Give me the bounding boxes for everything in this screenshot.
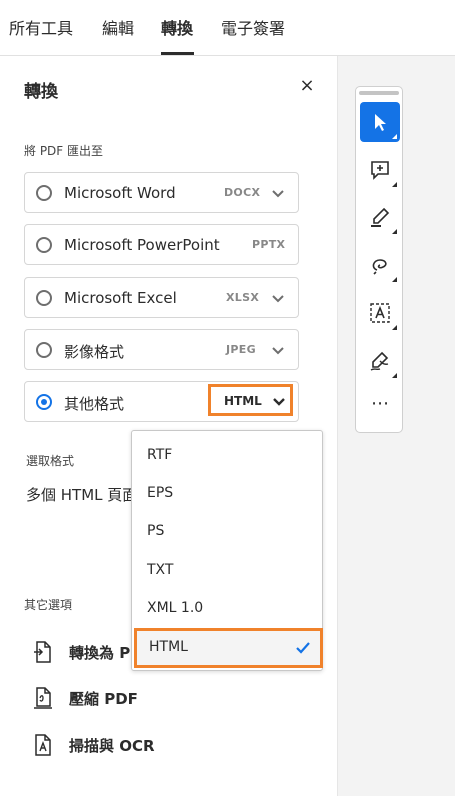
checkmark-icon: [296, 642, 310, 654]
convert-panel: [0, 56, 337, 796]
freehand-draw-button[interactable]: [360, 245, 400, 285]
action-label: 壓縮 PDF: [69, 690, 138, 708]
freehand-draw-icon: [372, 259, 387, 275]
option-label: 其他格式: [64, 395, 125, 413]
tab-edit[interactable]: 編輯: [102, 15, 134, 39]
menu-item-eps[interactable]: EPS: [132, 475, 322, 513]
option-label: Microsoft PowerPoint: [64, 236, 220, 254]
highlight-tool-button[interactable]: [360, 197, 400, 237]
option-microsoft-powerpoint[interactable]: Microsoft PowerPoint PPTX: [24, 224, 299, 265]
option-microsoft-excel[interactable]: Microsoft Excel XLSX: [24, 277, 299, 318]
compress-pdf-icon: [34, 687, 52, 709]
tab-all-tools[interactable]: 所有工具: [9, 15, 73, 39]
menu-item-html[interactable]: HTML: [134, 628, 323, 668]
menu-item-label: EPS: [147, 485, 174, 501]
more-tools-icon[interactable]: ⋯: [360, 393, 400, 423]
text-box-button[interactable]: [360, 293, 400, 333]
text-box-icon: [370, 303, 390, 323]
sign-tool-button[interactable]: [360, 341, 400, 381]
add-comment-icon: [371, 161, 389, 180]
option-microsoft-word[interactable]: Microsoft Word DOCX: [24, 172, 299, 213]
tool-options-corner: [392, 229, 397, 234]
select-icon: [375, 114, 386, 131]
option-label: 影像格式: [64, 343, 125, 361]
tool-options-corner: [392, 373, 397, 378]
select-format-label: 選取格式: [26, 454, 75, 468]
option-label: Microsoft Word: [64, 184, 176, 202]
menu-item-label: HTML: [149, 639, 188, 655]
menu-item-label: PS: [147, 523, 165, 539]
radio-other[interactable]: [36, 394, 52, 410]
option-ext: DOCX: [224, 186, 261, 199]
menu-item-ps[interactable]: PS: [132, 513, 322, 551]
tool-options-corner: [392, 182, 397, 187]
toolbar-grip[interactable]: [359, 91, 399, 95]
sign-icon: [370, 351, 389, 371]
action-label: 掃描與 OCR: [69, 737, 155, 755]
option-image-format[interactable]: 影像格式 JPEG: [24, 329, 299, 370]
option-ext: JPEG: [226, 343, 256, 356]
highlight-icon: [371, 207, 390, 227]
top-tab-bar: 所有工具 編輯 轉換 電子簽署: [0, 0, 455, 56]
convert-pdf-icon: [34, 641, 51, 663]
tool-options-corner: [392, 134, 397, 139]
option-ext: XLSX: [226, 291, 260, 304]
selected-format-value: HTML: [224, 394, 262, 408]
chevron-down-icon[interactable]: [270, 342, 286, 358]
menu-item-xml[interactable]: XML 1.0: [132, 590, 322, 628]
other-options-label: 其它選項: [24, 598, 73, 612]
select-format-value[interactable]: 多個 HTML 頁面: [26, 484, 137, 505]
other-format-select[interactable]: HTML: [208, 384, 293, 416]
tab-convert[interactable]: 轉換: [161, 15, 193, 39]
export-to-label: 將 PDF 匯出至: [24, 144, 104, 158]
option-ext: PPTX: [252, 238, 286, 251]
panel-title: 轉換: [24, 82, 58, 102]
format-dropdown-menu: RTF EPS PS TXT XML 1.0 HTML: [131, 430, 323, 671]
scan-ocr-icon: [35, 734, 51, 756]
tool-options-corner: [392, 325, 397, 330]
radio-image[interactable]: [36, 342, 52, 358]
add-comment-button[interactable]: [360, 150, 400, 190]
menu-item-rtf[interactable]: RTF: [132, 437, 322, 475]
close-panel-button[interactable]: ×: [297, 76, 317, 96]
menu-item-label: XML 1.0: [147, 600, 204, 616]
menu-item-label: RTF: [147, 447, 173, 463]
menu-item-label: TXT: [147, 562, 174, 578]
active-tab-indicator: [161, 52, 194, 55]
radio-excel[interactable]: [36, 290, 52, 306]
quick-tools-toolbar: ⋯: [355, 86, 403, 433]
select-tool-button[interactable]: [360, 102, 400, 142]
chevron-down-icon[interactable]: [270, 290, 286, 306]
tab-e-sign[interactable]: 電子簽署: [221, 15, 285, 39]
chevron-down-icon[interactable]: [270, 185, 286, 201]
chevron-down-icon: [273, 398, 285, 406]
radio-word[interactable]: [36, 185, 52, 201]
tool-options-corner: [392, 277, 397, 282]
app-root: 所有工具 編輯 轉換 電子簽署 轉換 × 將 PDF 匯出至 Microsoft…: [0, 0, 455, 796]
menu-item-txt[interactable]: TXT: [132, 552, 322, 590]
option-label: Microsoft Excel: [64, 289, 177, 307]
radio-powerpoint[interactable]: [36, 237, 52, 253]
